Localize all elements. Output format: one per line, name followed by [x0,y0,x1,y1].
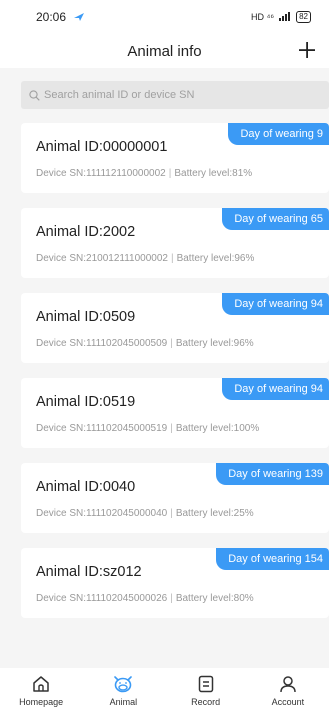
wearing-days-badge: Day of wearing 9 [228,123,329,145]
search-input[interactable] [44,89,314,101]
search-bar[interactable] [21,81,329,109]
nav-label-record: Record [191,697,221,707]
wearing-days-badge: Day of wearing 65 [222,208,329,230]
animal-id: Animal ID:sz012 [36,564,142,580]
nav-label-animal: Animal [109,697,138,707]
animal-icon [114,676,133,693]
status-bar: 20:06 HD ⁴⁶ 82 [0,0,329,34]
animal-card[interactable]: Day of wearing 94 Animal ID:0509 Device … [21,293,329,363]
nav-item-homepage[interactable]: Homepage [6,674,76,707]
home-icon [33,676,49,692]
divider: | [170,253,174,264]
animal-card[interactable]: Day of wearing 154 Animal ID:sz012 Devic… [21,548,329,618]
bottom-nav: Homepage Animal Record Account [0,668,329,718]
device-info: Device SN:111102045000519 | Battery level:… [36,423,259,434]
battery-indicator: 82 [296,11,311,23]
battery-level: Battery level:96% [175,338,254,349]
signal-icon [279,11,291,23]
nav-label-homepage: Homepage [19,697,64,707]
wearing-days-badge: Day of wearing 94 [222,378,329,400]
device-info: Device SN:111102045000040 | Battery level:… [36,508,254,519]
battery-level: Battery level:25% [175,508,254,519]
account-icon [280,676,296,693]
animal-card[interactable]: Day of wearing 94 Animal ID:0519 Device … [21,378,329,448]
network-indicator: HD ⁴⁶ [251,12,275,22]
device-info: Device SN:111102045000509 | Battery level:… [36,338,254,349]
animal-id: Animal ID:0509 [36,309,136,325]
animal-card[interactable]: Day of wearing 139 Animal ID:0040 Device… [21,463,329,533]
battery-level: Battery level:96% [176,253,255,264]
nav-item-account[interactable]: Account [253,674,323,707]
status-right: HD ⁴⁶ 82 [251,11,311,23]
app-header: Animal info [0,34,329,68]
wearing-days-badge: Day of wearing 139 [216,463,329,485]
status-left: 20:06 [36,10,85,24]
add-animal-button[interactable] [295,38,319,62]
animal-card[interactable]: Day of wearing 65 Animal ID:2002 Device … [21,208,329,278]
nav-item-record[interactable]: Record [171,674,241,707]
wearing-days-badge: Day of wearing 154 [216,548,329,570]
device-info: Device SN:111112110000002 | Battery level:… [36,168,252,179]
device-sn: Device SN:210012111000002 [36,253,168,264]
animal-id: Animal ID:0519 [36,394,136,410]
search-icon [29,89,40,101]
animal-id: Animal ID:00000001 [36,139,168,155]
device-sn: Device SN:111102045000040 [36,508,168,519]
device-sn: Device SN:111102045000519 [36,423,168,434]
nav-item-animal[interactable]: Animal [88,674,158,707]
device-sn: Device SN:111102045000509 [36,338,168,349]
divider: | [170,423,173,434]
device-sn: Device SN:111112110000002 [36,168,166,179]
device-info: Device SN:111102045000026 | Battery level:… [36,593,254,604]
divider: | [170,508,173,519]
wearing-days-badge: Day of wearing 94 [222,293,329,315]
battery-level: Battery level:80% [175,593,254,604]
status-time: 20:06 [36,10,67,24]
animal-card[interactable]: Day of wearing 9 Animal ID:00000001 Devi… [21,123,329,193]
plus-icon [299,42,315,58]
record-icon [198,675,213,693]
device-info: Device SN:210012111000002 | Battery level:… [36,253,254,264]
divider: | [168,168,172,179]
device-sn: Device SN:111102045000026 [36,593,168,604]
page-title: Animal info [127,42,202,60]
nav-label-account: Account [271,697,305,707]
location-arrow-icon [74,10,85,24]
animal-id: Animal ID:2002 [36,224,136,240]
battery-level: Battery level:81% [174,168,253,179]
battery-level: Battery level:100% [175,423,260,434]
animal-list: Day of wearing 9 Animal ID:00000001 Devi… [21,123,329,633]
divider: | [170,593,173,604]
divider: | [170,338,173,349]
animal-id: Animal ID:0040 [36,479,136,495]
